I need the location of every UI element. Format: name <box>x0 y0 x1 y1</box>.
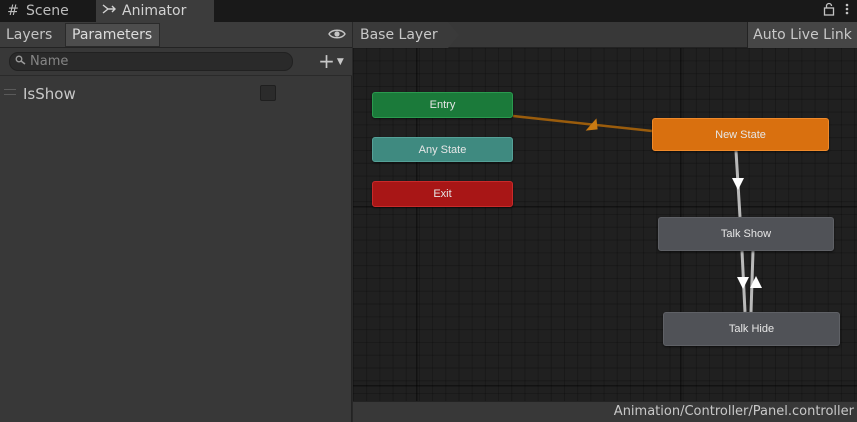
state-node-talk-hide[interactable]: Talk Hide <box>663 312 840 346</box>
lock-icon[interactable] <box>823 2 835 20</box>
animator-icon <box>102 3 116 19</box>
graph-status-bar: Animation/Controller/Panel.controller <box>353 401 857 422</box>
state-node-exit[interactable]: Exit <box>372 181 513 207</box>
window-tab-strip: # Scene Animator <box>0 0 857 22</box>
parameters-panel-toolbar: Layers Parameters <box>0 22 352 48</box>
search-icon <box>10 55 30 68</box>
transition-arrow-show-to-hide <box>737 277 749 289</box>
dropdown-caret-icon: ▼ <box>336 57 344 67</box>
state-node-new-state[interactable]: New State <box>652 118 829 151</box>
transition-arrow-new-to-show <box>732 178 744 190</box>
parameter-name[interactable]: IsShow <box>23 85 76 103</box>
parameter-search-row: +▼ <box>0 48 352 76</box>
add-parameter-button[interactable]: + ▼ <box>313 49 349 73</box>
tab-animator-label: Animator <box>122 3 187 19</box>
tab-scene-label: Scene <box>26 3 69 19</box>
auto-live-link-button[interactable]: Auto Live Link <box>747 22 857 48</box>
breadcrumb-base-layer[interactable]: Base Layer <box>353 22 459 48</box>
parameter-bool-checkbox[interactable] <box>260 85 276 101</box>
eye-icon[interactable] <box>328 27 346 41</box>
animator-graph[interactable]: Base Layer Auto Live Link Entry Any Stat… <box>353 22 857 422</box>
tab-scene[interactable]: # Scene <box>0 0 94 22</box>
plus-icon: + <box>318 49 335 73</box>
tab-animator[interactable]: Animator <box>96 0 214 22</box>
graph-toolbar: Base Layer Auto Live Link <box>353 22 857 48</box>
state-node-any-state[interactable]: Any State <box>372 137 513 162</box>
parameters-panel: Layers Parameters +▼ IsShow <box>0 22 352 422</box>
tab-layers[interactable]: Layers <box>0 23 64 47</box>
window-tools <box>823 2 849 20</box>
parameter-search-box[interactable] <box>9 52 293 71</box>
controller-path: Animation/Controller/Panel.controller <box>613 404 854 419</box>
transition-entry-to-new-state <box>512 114 653 133</box>
parameter-row[interactable]: IsShow <box>0 80 352 108</box>
state-node-talk-show[interactable]: Talk Show <box>658 217 834 251</box>
parameter-search-input[interactable] <box>30 54 280 69</box>
tab-parameters[interactable]: Parameters <box>65 23 160 47</box>
state-node-entry[interactable]: Entry <box>372 92 513 118</box>
more-menu-icon[interactable] <box>845 2 849 20</box>
transition-talk-hide-to-talk-show <box>749 250 755 313</box>
grid-icon: # <box>7 3 19 19</box>
drag-handle-icon[interactable] <box>4 89 16 95</box>
